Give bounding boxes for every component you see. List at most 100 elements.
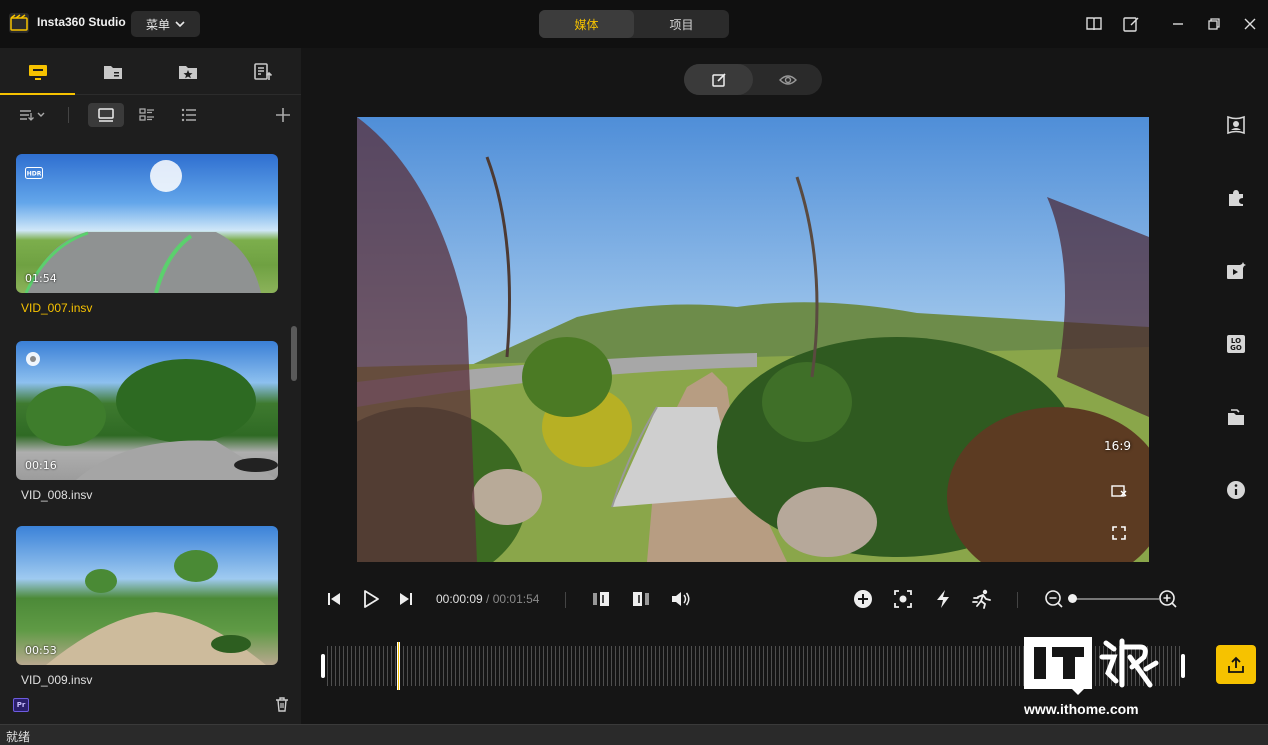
zoom-in-button[interactable] <box>1157 587 1179 611</box>
export-button[interactable] <box>1216 645 1256 684</box>
premiere-plugin-badge[interactable]: Pr <box>13 698 29 712</box>
view-list-button[interactable] <box>174 103 204 127</box>
media-item[interactable]: 00:16 VID_008.insv <box>16 341 278 506</box>
templates-tool-button[interactable] <box>1225 406 1247 428</box>
add-keyframe-button[interactable] <box>851 587 875 611</box>
delete-button[interactable] <box>273 695 291 717</box>
tab-project[interactable]: 项目 <box>634 10 729 38</box>
volume-button[interactable] <box>669 587 693 611</box>
logo-icon: LOGO <box>1227 335 1245 353</box>
video-preview[interactable]: 16:9 <box>357 117 1149 562</box>
svg-text:GO: GO <box>1230 344 1242 352</box>
motion-button[interactable] <box>969 587 995 611</box>
media-item[interactable]: HDR 01:54 VID_007.insv <box>16 154 278 319</box>
zoom-out-button[interactable] <box>1043 587 1065 611</box>
plugin-tool-button[interactable] <box>1225 187 1247 209</box>
trim-handle-right[interactable] <box>1181 654 1185 678</box>
trash-icon <box>276 697 288 712</box>
preview-scene <box>357 117 1149 562</box>
eye-icon <box>778 74 797 85</box>
sort-button[interactable] <box>16 103 48 127</box>
trim-start-button[interactable] <box>591 587 613 611</box>
media-item[interactable]: 00:53 VID_009.insv <box>16 526 278 691</box>
video-filename: VID_007.insv <box>21 301 93 315</box>
star-folder-icon <box>178 65 197 79</box>
status-text: 就绪 <box>6 730 31 744</box>
tab-media[interactable]: 媒体 <box>539 10 634 38</box>
ai-edit-tool-button[interactable] <box>1225 260 1247 282</box>
running-person-icon <box>972 589 991 609</box>
restore-icon[interactable] <box>1204 14 1224 34</box>
editor-area: 16:9 00:00:09 / 00:01:54 <box>301 48 1205 724</box>
video-filename: VID_008.insv <box>21 488 93 502</box>
view-small-thumbnail-button[interactable] <box>132 103 162 127</box>
large-thumbnail-icon <box>98 108 114 122</box>
playhead[interactable] <box>397 642 400 690</box>
tool-rail: LO GO <box>1205 48 1268 724</box>
video-sparkle-icon <box>1227 262 1246 279</box>
zoom-slider-handle[interactable] <box>1068 594 1077 603</box>
logo-tool-button[interactable]: LO GO <box>1225 333 1247 355</box>
next-button[interactable] <box>395 587 417 611</box>
book-icon[interactable] <box>1084 14 1104 34</box>
fullscreen-button[interactable] <box>1109 523 1129 543</box>
view-large-thumbnail-button[interactable] <box>88 103 124 127</box>
playback-time: 00:00:09 / 00:01:54 <box>436 592 539 606</box>
chevron-down-icon <box>175 21 185 28</box>
video-duration: 00:16 <box>25 459 57 472</box>
play-button[interactable] <box>359 587 383 611</box>
edit-mode-button[interactable] <box>684 64 753 95</box>
previous-button[interactable] <box>323 587 345 611</box>
trim-start-icon <box>593 592 609 606</box>
zoom-slider[interactable] <box>1071 598 1159 600</box>
zoom-in-icon <box>1159 590 1177 608</box>
play-icon <box>364 590 379 608</box>
tab-local-media[interactable] <box>0 48 75 95</box>
hdr-badge-text: HDR <box>27 171 42 178</box>
folder-icon <box>103 65 122 79</box>
toolbar-divider <box>68 107 69 123</box>
sidebar-tabs <box>0 48 301 95</box>
time-separator: / <box>482 592 493 606</box>
video-duration: 01:54 <box>25 272 57 285</box>
aspect-ratio-label[interactable]: 16:9 <box>1104 439 1131 453</box>
preview-mode-button[interactable] <box>753 64 822 95</box>
tab-albums[interactable] <box>75 48 150 95</box>
controls-divider <box>565 592 566 608</box>
list-icon <box>181 108 196 122</box>
video-thumbnail[interactable]: 00:53 <box>16 526 278 665</box>
info-tool-button[interactable] <box>1225 479 1247 501</box>
trim-end-button[interactable] <box>629 587 651 611</box>
app-logo-icon <box>9 13 29 33</box>
speed-button[interactable] <box>931 587 955 611</box>
trim-end-icon <box>633 592 649 606</box>
feedback-icon[interactable] <box>1121 14 1141 34</box>
crop-off-icon <box>1111 485 1127 497</box>
menu-button[interactable]: 菜单 <box>131 11 200 37</box>
video-thumbnail[interactable]: 00:16 <box>16 341 278 480</box>
target-track-icon <box>894 590 912 608</box>
ithome-watermark: www.ithome.com <box>1022 633 1162 723</box>
sidebar-scrollbar[interactable] <box>291 326 297 381</box>
info-icon <box>1227 481 1245 499</box>
minimize-icon[interactable] <box>1168 14 1188 34</box>
tab-favorites[interactable] <box>150 48 225 95</box>
deep-track-button[interactable] <box>891 587 915 611</box>
crop-toggle-button[interactable] <box>1109 481 1129 501</box>
add-media-button[interactable] <box>272 103 294 127</box>
controls-divider <box>1017 592 1018 608</box>
trim-handle-left[interactable] <box>321 654 325 678</box>
tab-exports[interactable] <box>225 48 300 95</box>
playback-controls: 00:00:09 / 00:01:54 <box>301 584 1205 614</box>
reframe-icon <box>1227 115 1245 135</box>
app-title: Insta360 Studio <box>37 15 126 29</box>
export-upload-icon <box>1228 656 1244 673</box>
current-time: 00:00:09 <box>436 592 483 606</box>
edit-icon <box>711 72 726 87</box>
volume-icon <box>672 592 690 606</box>
sun-mode-icon <box>25 351 41 371</box>
video-filename: VID_009.insv <box>21 673 93 687</box>
close-icon[interactable] <box>1240 14 1260 34</box>
reframe-tool-button[interactable] <box>1225 114 1247 136</box>
video-thumbnail[interactable]: HDR 01:54 <box>16 154 278 293</box>
